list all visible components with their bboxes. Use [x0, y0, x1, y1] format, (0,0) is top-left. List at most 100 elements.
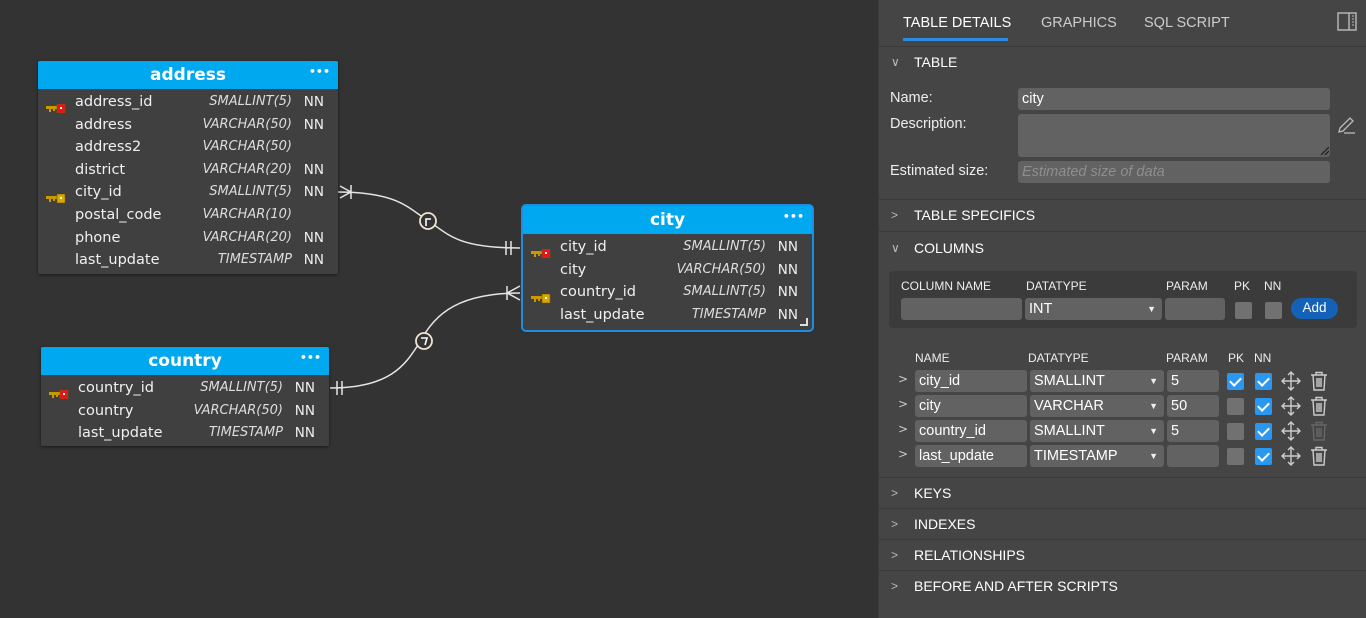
column-datatype-select[interactable]: VARCHAR ▼	[1030, 395, 1164, 417]
name-header: NAME	[915, 351, 950, 365]
column-param-input[interactable]: 50	[1167, 395, 1219, 417]
move-icon[interactable]	[1281, 421, 1301, 445]
section-header-table[interactable]: ∨ TABLE	[879, 47, 1366, 78]
table-address[interactable]: address ••• address_id SMALLINT(5) NN addre…	[38, 61, 338, 274]
panel-layout-icon[interactable]	[1337, 12, 1357, 31]
section-header-columns[interactable]: ∨ COLUMNS	[879, 233, 1366, 264]
column-datatype-select[interactable]: TIMESTAMP ▼	[1030, 445, 1164, 467]
new-column-nn-checkbox[interactable]	[1265, 302, 1282, 319]
section-header-table-specifics[interactable]: > TABLE SPECIFICS	[879, 200, 1366, 231]
column-param-input[interactable]: 5	[1167, 370, 1219, 392]
table-column-row[interactable]: address VARCHAR(50) NN	[38, 114, 338, 137]
column-type: TIMESTAMP	[217, 252, 292, 268]
column-datatype-select[interactable]: SMALLINT ▼	[1030, 420, 1164, 442]
column-not-null: NN	[294, 380, 315, 396]
table-column-row[interactable]: district VARCHAR(20) NN	[38, 159, 338, 182]
section-header-before-after-scripts[interactable]: > BEFORE AND AFTER SCRIPTS	[879, 571, 1366, 602]
table-column-row[interactable]: country VARCHAR(50) NN	[41, 400, 329, 423]
table-column-row[interactable]: phone VARCHAR(20) NN	[38, 227, 338, 250]
column-name-input[interactable]: country_id	[915, 420, 1027, 442]
chevron-right-icon[interactable]: >	[898, 397, 908, 411]
column-type: SMALLINT(5)	[200, 380, 283, 395]
table-column-row[interactable]: last_update TIMESTAMP NN	[523, 304, 812, 327]
chevron-right-icon[interactable]: >	[898, 372, 908, 386]
column-pk-checkbox[interactable]	[1227, 373, 1244, 390]
chevron-right-icon[interactable]: >	[898, 447, 908, 461]
new-column-pk-checkbox[interactable]	[1235, 302, 1252, 319]
section-header-relationships[interactable]: > RELATIONSHIPS	[879, 540, 1366, 571]
move-icon[interactable]	[1281, 396, 1301, 420]
tab-table-details[interactable]: TABLE DETAILS	[903, 15, 1011, 31]
table-column-row[interactable]: country_id SMALLINT(5) NN	[523, 281, 812, 304]
table-header[interactable]: address •••	[38, 61, 338, 89]
column-name: address_id	[75, 94, 153, 110]
table-column-row[interactable]: postal_code VARCHAR(10)	[38, 204, 338, 227]
column-nn-checkbox[interactable]	[1255, 373, 1272, 390]
edit-pencil-icon[interactable]	[1336, 115, 1356, 135]
column-type: VARCHAR(50)	[676, 261, 766, 277]
add-column-button[interactable]: Add	[1291, 298, 1338, 319]
table-column-row[interactable]: address2 VARCHAR(50)	[38, 136, 338, 159]
column-not-null: NN	[294, 425, 315, 442]
column-not-null: NN	[303, 94, 324, 110]
column-not-null: NN	[294, 402, 315, 419]
column-type: VARCHAR(50)	[202, 116, 292, 132]
column-param-input[interactable]: 5	[1167, 420, 1219, 442]
new-column-datatype-select[interactable]: INT ▼	[1025, 298, 1162, 320]
relationship-handle-icon[interactable]	[419, 212, 437, 230]
more-dots-icon[interactable]: •••	[300, 344, 321, 372]
column-name-input[interactable]: last_update	[915, 445, 1027, 467]
move-icon[interactable]	[1281, 446, 1301, 470]
column-pk-checkbox[interactable]	[1227, 398, 1244, 415]
table-column-row[interactable]: city VARCHAR(50) NN	[523, 259, 812, 282]
column-row: > country_id SMALLINT ▼ 5	[879, 420, 1366, 443]
table-country[interactable]: country ••• country_id SMALLINT(5) NN count…	[41, 347, 329, 446]
description-textarea[interactable]	[1018, 114, 1330, 157]
trash-icon[interactable]	[1310, 371, 1328, 395]
table-city[interactable]: city ••• city_id SMALLINT(5) NN city VARCHAR…	[521, 204, 814, 332]
table-column-row[interactable]: last_update TIMESTAMP NN	[38, 249, 338, 272]
chevron-right-icon[interactable]: >	[898, 422, 908, 436]
tab-sql-script[interactable]: SQL SCRIPT	[1144, 15, 1230, 31]
table-column-row[interactable]: country_id SMALLINT(5) NN	[41, 377, 329, 400]
tab-graphics[interactable]: GRAPHICS	[1041, 15, 1117, 31]
table-header[interactable]: city •••	[523, 206, 812, 234]
column-nn-checkbox[interactable]	[1255, 448, 1272, 465]
column-nn-checkbox[interactable]	[1255, 398, 1272, 415]
trash-icon[interactable]	[1310, 446, 1328, 470]
foreign-key-icon	[531, 288, 551, 304]
textarea-resize-icon[interactable]	[1320, 147, 1329, 155]
trash-icon[interactable]	[1310, 396, 1328, 420]
relationship-handle-icon[interactable]	[415, 332, 433, 350]
description-label: Description:	[890, 116, 967, 132]
diagram-canvas[interactable]: address ••• address_id SMALLINT(5) NN addre…	[0, 0, 878, 618]
column-param-input[interactable]	[1167, 445, 1219, 467]
new-column-param-input[interactable]	[1165, 298, 1225, 320]
table-header[interactable]: country •••	[41, 347, 329, 375]
column-pk-checkbox[interactable]	[1227, 423, 1244, 440]
more-dots-icon[interactable]: •••	[309, 58, 330, 86]
column-datatype-select[interactable]: SMALLINT ▼	[1030, 370, 1164, 392]
column-pk-checkbox[interactable]	[1227, 448, 1244, 465]
more-dots-icon[interactable]: •••	[783, 203, 804, 231]
column-name-input[interactable]: city	[915, 395, 1027, 417]
table-column-row[interactable]: last_update TIMESTAMP NN	[41, 422, 329, 445]
section-header-keys[interactable]: > KEYS	[879, 478, 1366, 509]
column-name: last_update	[75, 252, 160, 269]
primary-key-icon	[46, 98, 66, 114]
section-header-indexes[interactable]: > INDEXES	[879, 509, 1366, 540]
column-name-input[interactable]: city_id	[915, 370, 1027, 392]
move-icon[interactable]	[1281, 371, 1301, 395]
table-column-row[interactable]: city_id SMALLINT(5) NN	[523, 236, 812, 259]
new-column-name-input[interactable]	[901, 298, 1022, 320]
table-name-input[interactable]: city	[1018, 88, 1330, 110]
datatype-header: DATATYPE	[1026, 279, 1087, 293]
estimated-size-input[interactable]: Estimated size of data	[1018, 161, 1330, 183]
table-column-row[interactable]: address_id SMALLINT(5) NN	[38, 91, 338, 114]
column-nn-checkbox[interactable]	[1255, 423, 1272, 440]
column-name: country	[78, 402, 134, 419]
chevron-right-icon: >	[891, 517, 899, 531]
table-column-row[interactable]: city_id SMALLINT(5) NN	[38, 181, 338, 204]
resize-handle-icon[interactable]	[800, 318, 808, 326]
table-title: address	[150, 65, 226, 85]
